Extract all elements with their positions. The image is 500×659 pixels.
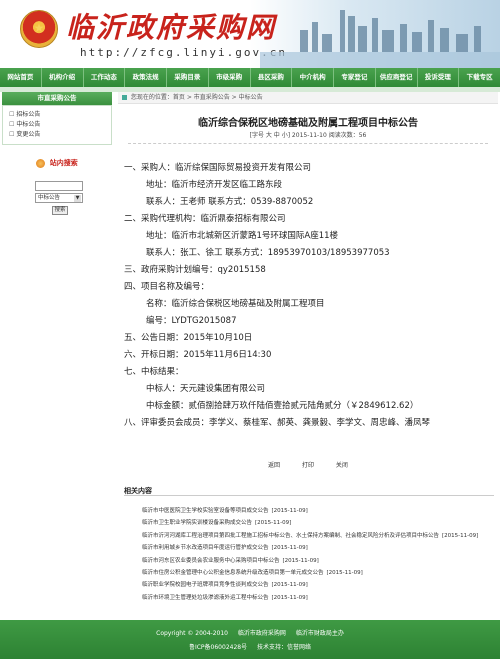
nav-item-complaints[interactable]: 投诉受理: [418, 68, 460, 87]
nav-item-agencies[interactable]: 中介机构: [292, 68, 334, 87]
article-line: 联系人：王老师 联系方式：0539-8870052: [146, 197, 314, 207]
site-footer: Copyright © 2004-2010 临沂市政府采购网 临沂市财政局主办 …: [0, 620, 500, 659]
article-actions: 返回 打印 关闭: [118, 460, 498, 469]
nav-item-news[interactable]: 工作动态: [84, 68, 126, 87]
related-item-link[interactable]: 临沂市中医医院卫生学校实验室设备等项目成交公告: [142, 508, 269, 514]
article-line: 名称：临沂综合保税区地磅基础及附属工程项目: [146, 299, 325, 309]
search-category-value: 中标公告: [38, 195, 61, 201]
related-item[interactable]: 临沂市河东区农业委员会农业服务中心采购项目中标公告 [2015-11-09]: [142, 555, 492, 567]
close-link[interactable]: 关闭: [336, 462, 348, 469]
article-line: 三、政府采购计划编号：qy2015158: [124, 265, 266, 275]
sidebar-title: 市直采购公告: [2, 92, 112, 105]
related-divider: [124, 495, 494, 496]
related-item[interactable]: 临沂市住房公积金管理中心公积金信息系统升级改造项目第一单元成交公告 [2015-1…: [142, 567, 492, 579]
article-meta: [字号 大 中 小] 2015-11-10 阅读次数：56: [249, 132, 367, 139]
article-line: 七、中标结果：: [124, 367, 184, 377]
footer-site-name: 临沂市政府采购网: [237, 630, 286, 637]
nav-item-about[interactable]: 机构介绍: [42, 68, 84, 87]
footer-sponsor: 临沂市财政局主办: [295, 630, 344, 637]
related-item[interactable]: 临沂市中医医院卫生学校实验室设备等项目成交公告 [2015-11-09]: [142, 505, 492, 517]
article-line: 二、采购代理机构：临沂鼎泰招标有限公司: [124, 214, 286, 224]
nav-item-downloads[interactable]: 下载专区: [459, 68, 500, 87]
search-button[interactable]: 搜索: [52, 206, 68, 215]
related-item-date: [2015-11-09]: [271, 582, 308, 589]
article-line: 地址：临沂市北城新区沂蒙路1号环球国际A座11楼: [146, 231, 339, 241]
breadcrumb-text[interactable]: 您现在的位置：首页 > 市直采购公告 > 中标公告: [131, 94, 263, 101]
nav-item-expert-registration[interactable]: 专家登记: [334, 68, 376, 87]
search-category-select[interactable]: 中标公告 ▼: [35, 193, 83, 203]
related-item-link[interactable]: 临沂市环境卫生管理处垃圾渗滤液外运工程中标公告: [142, 595, 269, 601]
related-item-date: [2015-11-09]: [271, 594, 308, 601]
tech-support: 技术支持：信誉网络: [257, 644, 312, 651]
nav-item-city-purchase[interactable]: 市级采购: [209, 68, 251, 87]
article-line: 编号：LYDTG2015087: [146, 316, 237, 326]
related-item[interactable]: 临沂市沂河河湖库工程治理项目第四批工程施工招标中标公告、水土保持方案编制、社会稳…: [142, 530, 492, 542]
article-body: 一、采购人：临沂综保国际贸易投资开发有限公司地址：临沂市经济开发区临工路东段联系…: [124, 160, 496, 432]
article-title: 临沂综合保税区地磅基础及附属工程项目中标公告: [198, 118, 418, 129]
main-content: 您现在的位置：首页 > 市直采购公告 > 中标公告 临沂综合保税区地磅基础及附属…: [118, 92, 498, 601]
national-emblem-icon: ★: [20, 10, 58, 48]
related-item-date: [2015-11-09]: [282, 557, 319, 564]
breadcrumb: 您现在的位置：首页 > 市直采购公告 > 中标公告: [118, 92, 498, 104]
related-list: 临沂市中医医院卫生学校实验室设备等项目成交公告 [2015-11-09] 临沂市卫生…: [142, 505, 492, 604]
related-item-date: [2015-11-09]: [442, 532, 479, 539]
article-line: 地址：临沂市经济开发区临工路东段: [146, 180, 283, 190]
article-line: 四、项目名称及编号：: [124, 282, 210, 292]
related-item-link[interactable]: 临沂市沂河河湖库工程治理项目第四批工程施工招标中标公告、水土保持方案编制、社会稳…: [142, 533, 439, 539]
nav-item-county-purchase[interactable]: 县区采购: [251, 68, 293, 87]
related-item[interactable]: 临沂市卫生职业学院实训楼设备采购成交公告 [2015-11-09]: [142, 517, 492, 529]
related-item-link[interactable]: 临沂市利用城乡节水改造项目年度运行管护成交公告: [142, 545, 269, 551]
related-item-date: [2015-11-09]: [326, 570, 363, 577]
nav-item-catalog[interactable]: 采购目录: [167, 68, 209, 87]
back-link[interactable]: 返回: [268, 462, 280, 469]
article-line: 中标人：天元建设集团有限公司: [146, 384, 266, 394]
related-item-link[interactable]: 临沂市河东区农业委员会农业服务中心采购项目中标公告: [142, 558, 280, 564]
footer-line-2: 鲁ICP备06002428号 技术支持：信誉网络: [0, 642, 500, 651]
print-link[interactable]: 打印: [302, 462, 314, 469]
related-item[interactable]: 临沂职业学院校园电子班牌项目竞争性谈判成交公告 [2015-11-09]: [142, 579, 492, 591]
sidebar-item-change-notice[interactable]: 变更公告: [9, 130, 105, 140]
site-header: ★ 临沂政府采购网 http://zfcg.linyi.gov.cn: [0, 0, 500, 68]
sidebar-item-award-notice[interactable]: 中标公告: [9, 120, 105, 130]
search-title: 站内搜索: [2, 155, 112, 171]
related-item-date: [2015-11-09]: [271, 545, 308, 552]
footer-line-1: Copyright © 2004-2010 临沂市政府采购网 临沂市财政局主办: [0, 628, 500, 637]
copyright-text: Copyright © 2004-2010: [156, 630, 228, 637]
related-item-date: [2015-11-09]: [255, 520, 292, 527]
article-line: 中标金额：贰佰捌拾肆万玖仟陆佰壹拾贰元陆角贰分（￥2849612.62）: [146, 401, 419, 411]
sidebar-list: 招标公告 中标公告 变更公告: [2, 105, 112, 145]
search-title-label: 站内搜索: [49, 159, 78, 167]
related-item-date: [2015-11-09]: [271, 508, 308, 514]
icp-number[interactable]: 鲁ICP备06002428号: [189, 644, 247, 651]
related-item-link[interactable]: 临沂市卫生职业学院实训楼设备采购成交公告: [142, 520, 252, 526]
location-icon: [122, 95, 127, 100]
article-line: 五、公告日期：2015年10月10日: [124, 333, 253, 343]
chevron-down-icon[interactable]: ▼: [74, 195, 81, 202]
site-url: http://zfcg.linyi.gov.cn: [80, 46, 287, 59]
related-item-link[interactable]: 临沂职业学院校园电子班牌项目竞争性谈判成交公告: [142, 582, 269, 588]
article-line: 八、评审委员会成员：李学义、蔡桂军、郝英、龚景毅、李学文、周忠峰、潘凤琴: [124, 418, 431, 428]
related-item[interactable]: 临沂市环境卫生管理处垃圾渗滤液外运工程中标公告 [2015-11-09]: [142, 592, 492, 604]
nav-item-supplier-registration[interactable]: 供应商登记: [376, 68, 418, 87]
related-item[interactable]: 临沂市利用城乡节水改造项目年度运行管护成交公告 [2015-11-09]: [142, 542, 492, 554]
article-line: 联系人：张工、徐工 联系方式：18953970103/18953977053: [146, 248, 390, 258]
main-nav: 网站首页 机构介绍 工作动态 政策法规 采购目录 市级采购 县区采购 中介机构 …: [0, 68, 500, 87]
city-skyline-icon: [260, 10, 500, 68]
site-search: 站内搜索 中标公告 ▼ 搜索: [2, 155, 112, 225]
article-divider: [128, 143, 488, 144]
related-item-link[interactable]: 临沂市住房公积金管理中心公积金信息系统升级改造项目第一单元成交公告: [142, 570, 324, 576]
article-line: 六、开标日期：2015年11月6日14:30: [124, 350, 272, 360]
sidebar: 市直采购公告 招标公告 中标公告 变更公告: [2, 92, 112, 145]
search-input[interactable]: [35, 181, 83, 191]
site-title[interactable]: 临沂政府采购网: [66, 6, 276, 46]
nav-item-home[interactable]: 网站首页: [0, 68, 42, 87]
sidebar-item-bid-notice[interactable]: 招标公告: [9, 110, 105, 120]
search-bullet-icon: [36, 158, 46, 168]
nav-item-policy[interactable]: 政策法规: [125, 68, 167, 87]
article-line: 一、采购人：临沂综保国际贸易投资开发有限公司: [124, 163, 312, 173]
